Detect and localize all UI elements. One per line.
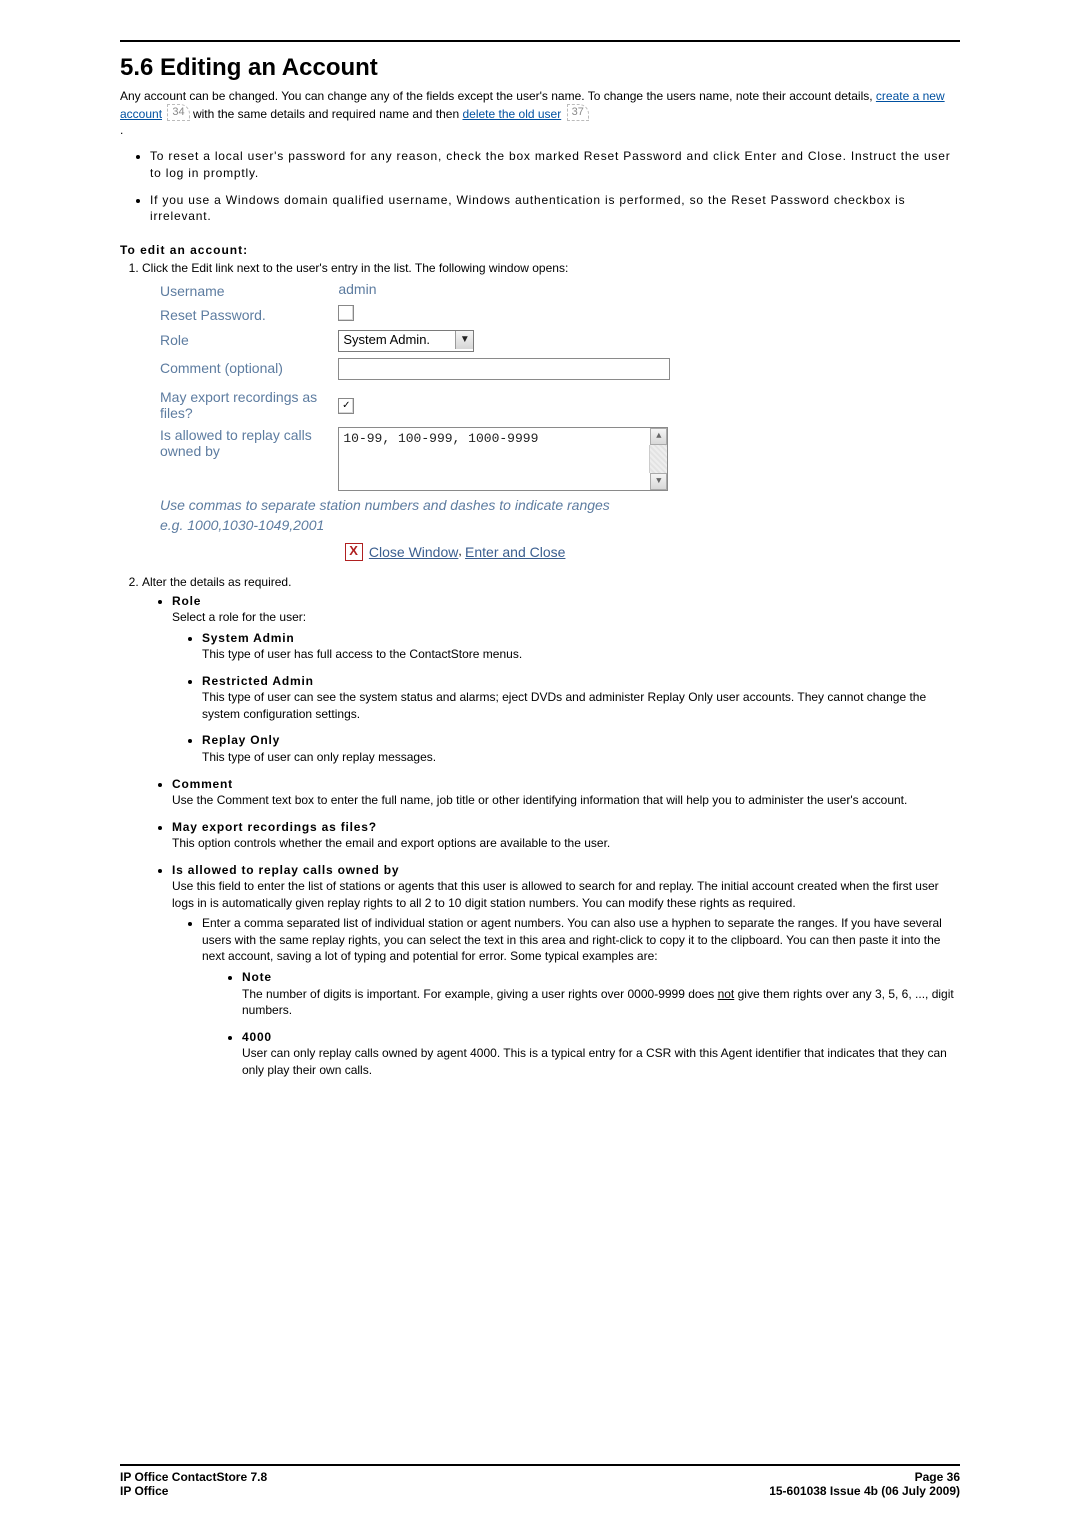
role-restricted: Restricted Admin This type of user can s…: [202, 673, 960, 723]
note-d1: The number of digits is important. For e…: [242, 987, 718, 1001]
allowed-desc: Use this field to enter the list of stat…: [172, 879, 939, 910]
sysadmin-title: System Admin: [202, 631, 295, 645]
allowed-sub-text: Enter a comma separated list of individu…: [202, 916, 942, 963]
replay-textarea[interactable]: 10-99, 100-999, 1000-9999 ▲ ▼: [338, 427, 668, 491]
scrollbar-track[interactable]: [649, 445, 667, 473]
role-select[interactable]: System Admin.▼: [338, 330, 474, 352]
e4000-desc: User can only replay calls owned by agen…: [242, 1046, 947, 1077]
steps-list: Click the Edit link next to the user's e…: [142, 261, 960, 1079]
xref-delete: 37: [567, 104, 589, 121]
footer-right2: 15-601038 Issue 4b (06 July 2009): [769, 1484, 960, 1498]
replay-label-field: Is allowed to replay calls owned by: [160, 427, 335, 459]
section-heading: 5.6 Editing an Account: [120, 54, 960, 82]
username-label: Username: [160, 281, 335, 299]
e4000-title: 4000: [242, 1030, 272, 1044]
examples-list: Note The number of digits is important. …: [242, 969, 960, 1078]
replay-title: Replay Only: [202, 733, 280, 747]
scroll-up-icon[interactable]: ▲: [650, 428, 667, 445]
export-title: May export recordings as files?: [172, 820, 377, 834]
item-allowed: Is allowed to replay calls owned by Use …: [172, 862, 960, 1079]
note-not: not: [718, 987, 735, 1001]
delete-user-link[interactable]: delete the old user: [462, 107, 561, 121]
intro-text: Any account can be changed. You can chan…: [120, 89, 876, 103]
example-4000: 4000 User can only replay calls owned by…: [242, 1029, 960, 1079]
role-replay: Replay Only This type of user can only r…: [202, 732, 960, 765]
intro-paragraph: Any account can be changed. You can chan…: [120, 88, 960, 138]
item-comment: Comment Use the Comment text box to ente…: [172, 776, 960, 809]
top-rule: [120, 40, 960, 42]
intro-mid: with the same details and required name …: [193, 107, 463, 121]
restricted-desc: This type of user can see the system sta…: [202, 690, 926, 721]
allowed-title: Is allowed to replay calls owned by: [172, 863, 399, 877]
example-note: Note The number of digits is important. …: [242, 969, 960, 1019]
enter-close-link[interactable]: Enter and Close: [465, 544, 565, 560]
role-sysadmin: System Admin This type of user has full …: [202, 630, 960, 663]
note-title: Note: [242, 970, 272, 984]
role-select-text: System Admin.: [343, 331, 455, 349]
comment-desc: Use the Comment text box to enter the fu…: [172, 793, 907, 807]
footer-right1: Page 36: [915, 1470, 960, 1484]
replay-desc: This type of user can only replay messag…: [202, 750, 436, 764]
role-title: Role: [172, 594, 201, 608]
dialog-footer: X Close Window, Enter and Close: [160, 537, 750, 565]
edit-account-dialog: Username admin Reset Password. Role Syst…: [160, 281, 750, 565]
sysadmin-desc: This type of user has full access to the…: [202, 647, 522, 661]
bullet-reset: To reset a local user's password for any…: [150, 148, 960, 181]
field-list: Role Select a role for the user: System …: [172, 593, 960, 1079]
edit-heading: To edit an account:: [120, 243, 960, 257]
scroll-down-icon[interactable]: ▼: [650, 473, 667, 490]
intro-end: .: [120, 122, 960, 138]
footer-left1: IP Office ContactStore 7.8: [120, 1470, 267, 1484]
role-label: Role: [160, 330, 335, 348]
intro-bullets: To reset a local user's password for any…: [150, 148, 960, 224]
comment-input[interactable]: [338, 358, 670, 380]
export-desc: This option controls whether the email a…: [172, 836, 610, 850]
role-intro: Select a role for the user:: [172, 610, 306, 624]
username-value: admin: [338, 281, 376, 297]
restricted-title: Restricted Admin: [202, 674, 314, 688]
close-icon[interactable]: X: [345, 543, 363, 561]
close-window-link[interactable]: Close Window: [369, 544, 458, 560]
footer-rule: [120, 1464, 960, 1466]
xref-create: 34: [167, 104, 189, 121]
hint-2: e.g. 1000,1030-1049,2001: [160, 517, 750, 533]
reset-pw-label: Reset Password.: [160, 305, 335, 323]
chevron-down-icon: ▼: [455, 331, 473, 349]
item-role: Role Select a role for the user: System …: [172, 593, 960, 766]
export-checkbox[interactable]: [338, 398, 354, 414]
textarea-content: 10-99, 100-999, 1000-9999: [343, 431, 538, 446]
allowed-sub-list: Enter a comma separated list of individu…: [202, 915, 960, 1078]
bullet-windows: If you use a Windows domain qualified us…: [150, 192, 960, 225]
hint-1: Use commas to separate station numbers a…: [160, 497, 750, 513]
footer-left2: IP Office: [120, 1484, 168, 1498]
allowed-sub: Enter a comma separated list of individu…: [202, 915, 960, 1078]
role-options: System Admin This type of user has full …: [202, 630, 960, 766]
export-label-field: May export recordings as files?: [160, 389, 335, 421]
step1-text: Click the Edit link next to the user's e…: [142, 261, 568, 275]
step2-text: Alter the details as required.: [142, 575, 291, 589]
comment-title: Comment: [172, 777, 233, 791]
reset-pw-checkbox[interactable]: [338, 305, 354, 321]
step-1: Click the Edit link next to the user's e…: [142, 261, 960, 565]
step-2: Alter the details as required. Role Sele…: [142, 575, 960, 1079]
item-export: May export recordings as files? This opt…: [172, 819, 960, 852]
comment-label-field: Comment (optional): [160, 358, 335, 376]
page-footer: IP Office ContactStore 7.8 Page 36 IP Of…: [120, 1464, 960, 1498]
